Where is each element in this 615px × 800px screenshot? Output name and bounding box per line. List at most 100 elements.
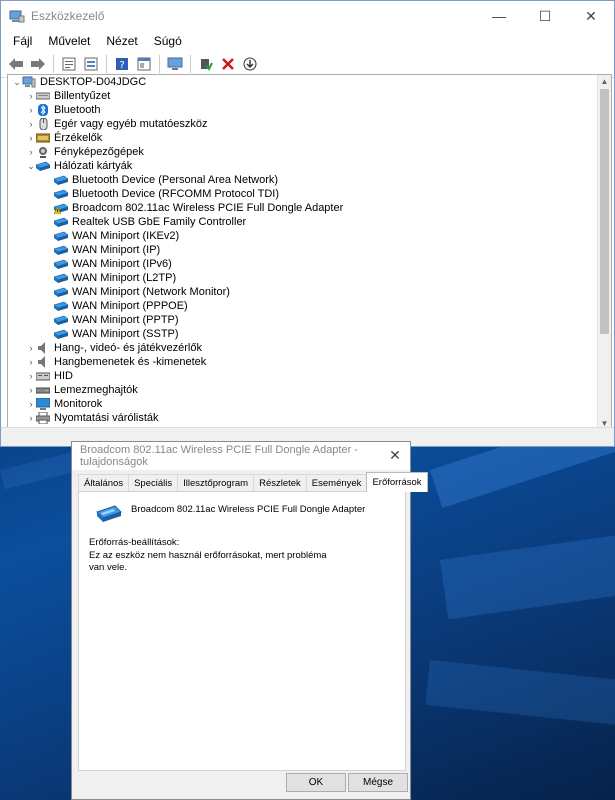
tree-device-item[interactable]: WAN Miniport (L2TP): [8, 271, 611, 285]
tab-resources[interactable]: Erőforrások: [366, 472, 428, 492]
tree-category[interactable]: › Egér vagy egyéb mutatóeszköz: [8, 117, 611, 131]
ok-button[interactable]: OK: [286, 773, 346, 792]
properties-button[interactable]: [60, 55, 78, 73]
toolbar-separator: [159, 55, 160, 73]
tree-item-label: Bluetooth: [54, 104, 101, 116]
tree-item-label: Billentyűzet: [54, 90, 111, 102]
tree-item-label: Fényképezőgépek: [54, 146, 144, 158]
dialog-close-button[interactable]: ✕: [388, 447, 402, 463]
chevron-down-icon[interactable]: ⌄: [26, 159, 36, 173]
help-button[interactable]: ?: [113, 55, 131, 73]
minimize-button[interactable]: —: [476, 1, 522, 31]
speaker-icon: [36, 356, 50, 368]
tree-item-label: Realtek USB GbE Family Controller: [72, 216, 247, 228]
chevron-right-icon[interactable]: ›: [26, 397, 36, 411]
menu-file[interactable]: Fájl: [5, 34, 40, 48]
keyboard-icon: [35, 90, 51, 102]
vertical-scrollbar[interactable]: ▲ ▼: [597, 75, 611, 430]
network-adapter-icon: [53, 314, 69, 326]
close-button[interactable]: ✕: [568, 1, 614, 31]
scroll-up-icon[interactable]: ▲: [598, 75, 611, 88]
chevron-right-icon[interactable]: ›: [26, 103, 36, 117]
enable-device-button[interactable]: [197, 55, 215, 73]
view-button[interactable]: [135, 55, 153, 73]
tree-device-item[interactable]: WAN Miniport (IKEv2): [8, 229, 611, 243]
camera-icon: [36, 146, 50, 158]
chevron-down-icon[interactable]: ⌄: [12, 75, 22, 89]
tree-device-item[interactable]: Realtek USB GbE Family Controller: [8, 215, 611, 229]
tree-device-item[interactable]: WAN Miniport (PPPOE): [8, 299, 611, 313]
chevron-right-icon[interactable]: ›: [26, 89, 36, 103]
tree-device-item[interactable]: Bluetooth Device (Personal Area Network): [8, 173, 611, 187]
minimize-icon: —: [492, 8, 506, 24]
tree-category[interactable]: › Hang-, videó- és játékvezérlők: [8, 341, 611, 355]
forward-button[interactable]: [29, 55, 47, 73]
tree-item-label: Bluetooth Device (Personal Area Network): [72, 174, 279, 186]
cancel-button[interactable]: Mégse: [348, 773, 408, 792]
tab-driver[interactable]: Illesztőprogram: [177, 474, 255, 492]
tab-advanced[interactable]: Speciális: [128, 474, 179, 492]
tree-category[interactable]: › Monitorok: [8, 397, 611, 411]
tab-events[interactable]: Események: [305, 474, 368, 492]
tree-category[interactable]: › Nyomtatási várólisták: [8, 411, 611, 425]
tree-root-computer[interactable]: ⌄ DESKTOP-D04JDGC: [8, 75, 611, 89]
chevron-right-icon[interactable]: ›: [26, 369, 36, 383]
speaker-icon: [36, 342, 50, 354]
tree-item-label: WAN Miniport (Network Monitor): [72, 286, 230, 298]
tree-category[interactable]: › Lemezmeghajtók: [8, 383, 611, 397]
tree-category[interactable]: › Fényképezőgépek: [8, 145, 611, 159]
tree-device-item[interactable]: Bluetooth Device (RFCOMM Protocol TDI): [8, 187, 611, 201]
back-arrow-icon: [9, 58, 23, 70]
hid-icon: [35, 370, 51, 382]
chevron-right-icon[interactable]: ›: [26, 117, 36, 131]
chevron-right-icon[interactable]: ›: [26, 355, 36, 369]
monitor-scan-icon: [167, 57, 183, 70]
tree-device-item[interactable]: WAN Miniport (PPTP): [8, 313, 611, 327]
tree-device-item[interactable]: WAN Miniport (IP): [8, 243, 611, 257]
menu-view[interactable]: Nézet: [98, 34, 145, 48]
tree-category[interactable]: › Bluetooth: [8, 103, 611, 117]
dialog-title-bar[interactable]: Broadcom 802.11ac Wireless PCIE Full Don…: [72, 442, 410, 470]
resource-status-message: Ez az eszköz nem használ erőforrásokat, …: [89, 550, 327, 573]
tree-item-label: Broadcom 802.11ac Wireless PCIE Full Don…: [72, 202, 344, 214]
tree-category[interactable]: ⌄ Hálózati kártyák: [8, 159, 611, 173]
chevron-right-icon[interactable]: ›: [26, 383, 36, 397]
tab-general[interactable]: Általános: [78, 474, 130, 492]
tree-category[interactable]: › Érzékelők: [8, 131, 611, 145]
scroll-thumb[interactable]: [600, 89, 609, 334]
view-icon: [137, 57, 151, 71]
dialog-tabs: Általános Speciális Illesztőprogram Rész…: [78, 472, 428, 492]
tree-category[interactable]: › HID: [8, 369, 611, 383]
menu-help[interactable]: Súgó: [146, 34, 190, 48]
tree-category[interactable]: › Billentyűzet: [8, 89, 611, 103]
menu-action[interactable]: Művelet: [40, 34, 98, 48]
network-adapter-icon: [53, 286, 69, 298]
title-bar[interactable]: Eszközkezelő — ☐ ✕: [1, 1, 614, 31]
tree-item-label: WAN Miniport (PPPOE): [72, 300, 188, 312]
scan-hardware-button[interactable]: [166, 55, 184, 73]
chevron-right-icon[interactable]: ›: [26, 411, 36, 425]
update-list-button[interactable]: [82, 55, 100, 73]
tree-item-label: WAN Miniport (IP): [72, 244, 161, 256]
resources-tab-panel: Broadcom 802.11ac Wireless PCIE Full Don…: [78, 491, 406, 771]
tree-device-item[interactable]: WAN Miniport (SSTP): [8, 327, 611, 341]
network-adapter-icon: [53, 230, 69, 242]
tab-details[interactable]: Részletek: [253, 474, 307, 492]
tree-device-item[interactable]: WAN Miniport (IPv6): [8, 257, 611, 271]
toolbar-separator: [106, 55, 107, 73]
back-button[interactable]: [7, 55, 25, 73]
chevron-right-icon[interactable]: ›: [26, 145, 36, 159]
network-adapter-icon: [53, 272, 69, 284]
tree-device-item[interactable]: WAN Miniport (Network Monitor): [8, 285, 611, 299]
maximize-button[interactable]: ☐: [522, 1, 568, 31]
tree-device-item[interactable]: Broadcom 802.11ac Wireless PCIE Full Don…: [8, 201, 611, 215]
uninstall-device-button[interactable]: [219, 55, 237, 73]
update-driver-button[interactable]: [241, 55, 259, 73]
chevron-right-icon[interactable]: ›: [26, 341, 36, 355]
chevron-right-icon[interactable]: ›: [26, 131, 36, 145]
tree-category[interactable]: › Hangbemenetek és -kimenetek: [8, 355, 611, 369]
